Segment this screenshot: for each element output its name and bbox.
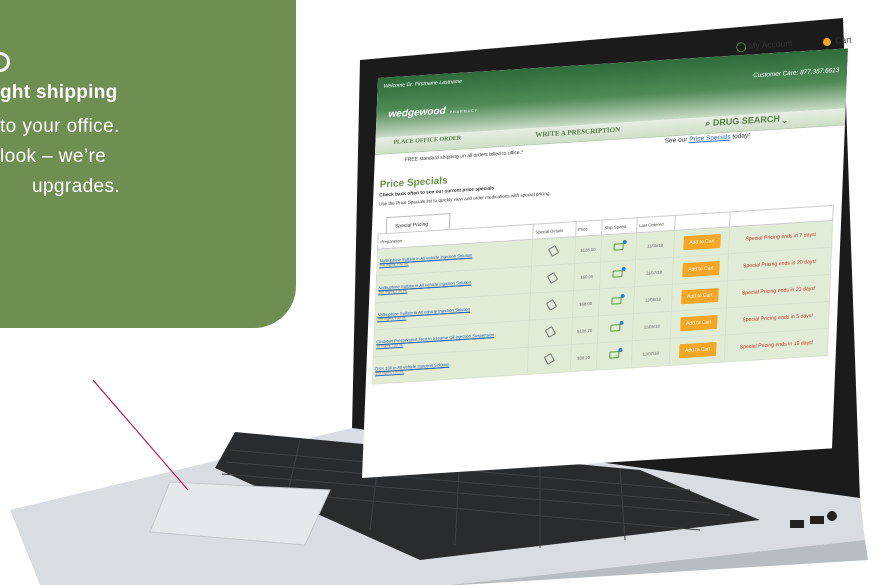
- truck-icon: [613, 243, 624, 251]
- ship-speed-cell: [600, 232, 637, 262]
- site-logo[interactable]: wedgewood PHARMACY: [388, 104, 478, 121]
- last-ordered-cell: 11/07/18: [631, 338, 671, 368]
- special-details-cell[interactable]: [530, 263, 575, 294]
- price-cell: $60.00: [573, 261, 601, 291]
- cart-link[interactable]: Cart: [835, 34, 852, 45]
- price-cell: $106.20: [571, 315, 599, 345]
- special-details-cell[interactable]: [528, 317, 573, 348]
- add-to-cart-cell: Add to Cart: [671, 280, 728, 312]
- search-icon: ⌕: [705, 117, 711, 129]
- cart-icon: [822, 37, 832, 46]
- nav-write-prescription[interactable]: WRITE A PRESCRIPTION: [535, 126, 620, 139]
- tag-icon: [545, 299, 557, 311]
- truck-icon: [609, 351, 620, 359]
- nav-drug-search[interactable]: ⌕ DRUG SEARCH ⌄: [705, 113, 787, 129]
- add-to-cart-cell: Add to Cart: [672, 253, 729, 285]
- ship-speed-cell: [597, 313, 634, 343]
- price-specials-link[interactable]: Price Specials: [689, 134, 730, 144]
- power-port: [827, 511, 837, 521]
- ship-speed-cell: [596, 340, 633, 370]
- truck-icon: [610, 324, 621, 332]
- add-to-cart-cell: Add to Cart: [673, 226, 731, 258]
- add-to-cart-cell: Add to Cart: [670, 307, 727, 339]
- usb-port: [810, 516, 824, 524]
- special-pricing-note: Special Pricing ends in 19 days!: [724, 328, 829, 362]
- last-ordered-cell: 11/05/18: [635, 230, 675, 260]
- ship-speed-cell: [599, 259, 636, 289]
- nav-place-office-order[interactable]: PLACE OFFICE ORDER: [393, 136, 461, 146]
- special-details-cell[interactable]: [529, 290, 574, 321]
- tag-icon: [543, 353, 555, 365]
- special-details-cell[interactable]: [527, 344, 572, 375]
- logo-text: wedgewood: [388, 105, 446, 121]
- truck-icon: [611, 297, 622, 305]
- last-ordered-cell: 11/06/18: [633, 284, 673, 314]
- website: Welcome Dr. Firstname Lastname Customer …: [362, 48, 848, 478]
- chevron-down-icon: ⌄: [782, 113, 787, 124]
- add-to-cart-cell: Add to Cart: [669, 334, 726, 366]
- add-to-cart-button[interactable]: Add to Cart: [678, 341, 717, 359]
- price-cell: $68.00: [572, 288, 600, 318]
- tag-icon: [546, 272, 559, 284]
- add-to-cart-button[interactable]: Add to Cart: [679, 314, 718, 332]
- add-to-cart-button[interactable]: Add to Cart: [682, 233, 721, 251]
- col-price[interactable]: Price: [575, 219, 603, 237]
- price-cell: $128.00: [574, 234, 602, 264]
- price-cell: $36.20: [569, 342, 598, 372]
- add-to-cart-button[interactable]: Add to Cart: [681, 260, 720, 278]
- tag-icon: [544, 326, 556, 338]
- nav-drug-search-label: DRUG SEARCH: [712, 113, 781, 128]
- logo-subtext: PHARMACY: [449, 108, 479, 115]
- price-specials-table: Preparation Special Details Price Ship S…: [372, 205, 834, 385]
- add-to-cart-button[interactable]: Add to Cart: [680, 287, 719, 305]
- last-ordered-cell: 11/05/18: [632, 311, 672, 341]
- user-icon: [735, 41, 747, 53]
- specials-suffix: today!: [730, 132, 751, 141]
- usb-port: [790, 520, 804, 528]
- tab-label: Special Pricing: [394, 221, 429, 230]
- welcome-text: Welcome Dr. Firstname Lastname: [383, 78, 463, 90]
- customer-care: Customer Care: 877.357.6613: [753, 66, 840, 80]
- tag-icon: [547, 245, 560, 257]
- specials-prefix: See our: [664, 136, 690, 145]
- page-title: Price Specials: [379, 175, 448, 191]
- ship-speed-cell: [598, 286, 635, 316]
- last-ordered-cell: 11/07/18: [634, 257, 674, 287]
- laptop-screen: Welcome Dr. Firstname Lastname Customer …: [361, 48, 848, 508]
- my-account-link[interactable]: My Account: [748, 38, 792, 51]
- special-details-cell[interactable]: [531, 236, 576, 267]
- truck-icon: [612, 270, 623, 278]
